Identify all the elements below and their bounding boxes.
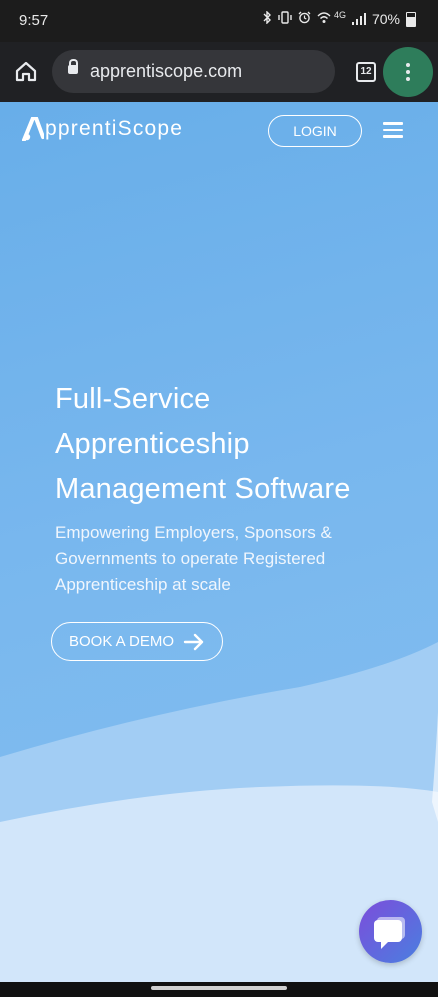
vibrate-icon	[278, 11, 292, 27]
address-bar[interactable]: apprentiscope.com	[52, 50, 335, 93]
status-bar: 9:57 4G 70%	[0, 0, 438, 42]
home-icon[interactable]	[12, 58, 40, 86]
network-label: 4G	[333, 10, 346, 20]
url-text: apprentiscope.com	[90, 61, 243, 81]
wifi-icon	[317, 11, 331, 27]
web-page: pprentiScope LOGIN Full-Service Apprenti…	[0, 102, 438, 982]
home-gesture-pill[interactable]	[151, 986, 287, 990]
site-logo[interactable]: pprentiScope	[22, 117, 183, 141]
hero-title-line: Full-Service	[55, 383, 211, 415]
logo-text: pprentiScope	[45, 117, 184, 140]
hamburger-menu-icon[interactable]	[383, 122, 403, 138]
book-demo-label: BOOK A DEMO	[69, 633, 175, 650]
hero-subtitle-line: Apprenticeship at scale	[55, 575, 231, 594]
tabs-icon[interactable]: 12	[356, 62, 376, 82]
battery-icon	[406, 11, 416, 27]
browser-toolbar: apprentiscope.com 12	[0, 42, 438, 102]
alarm-icon	[298, 11, 311, 27]
login-button[interactable]: LOGIN	[268, 115, 362, 147]
gesture-nav-bar	[0, 982, 438, 997]
lock-icon	[68, 59, 78, 74]
logo-mark-icon	[22, 117, 44, 141]
bluetooth-icon	[262, 10, 272, 27]
status-icons: 4G 70%	[262, 10, 416, 27]
book-demo-button[interactable]: BOOK A DEMO	[51, 622, 223, 661]
hero-title-line: Apprenticeship	[55, 428, 250, 460]
chat-bubble-icon	[374, 917, 405, 949]
hero-subtitle-line: Empowering Employers, Sponsors &	[55, 523, 332, 542]
signal-icon	[351, 13, 366, 25]
hero-title: Full-Service Apprenticeship Management S…	[55, 377, 395, 512]
hero-subtitle-line: Governments to operate Registered	[55, 549, 326, 568]
battery-percent: 70%	[371, 11, 400, 27]
chat-widget-button[interactable]	[359, 900, 422, 963]
hero-title-line: Management Software	[55, 473, 351, 505]
hero-subtitle: Empowering Employers, Sponsors & Governm…	[55, 520, 385, 598]
arrow-right-icon	[183, 633, 204, 651]
more-vert-icon[interactable]	[383, 47, 433, 97]
status-time: 9:57	[19, 12, 49, 29]
